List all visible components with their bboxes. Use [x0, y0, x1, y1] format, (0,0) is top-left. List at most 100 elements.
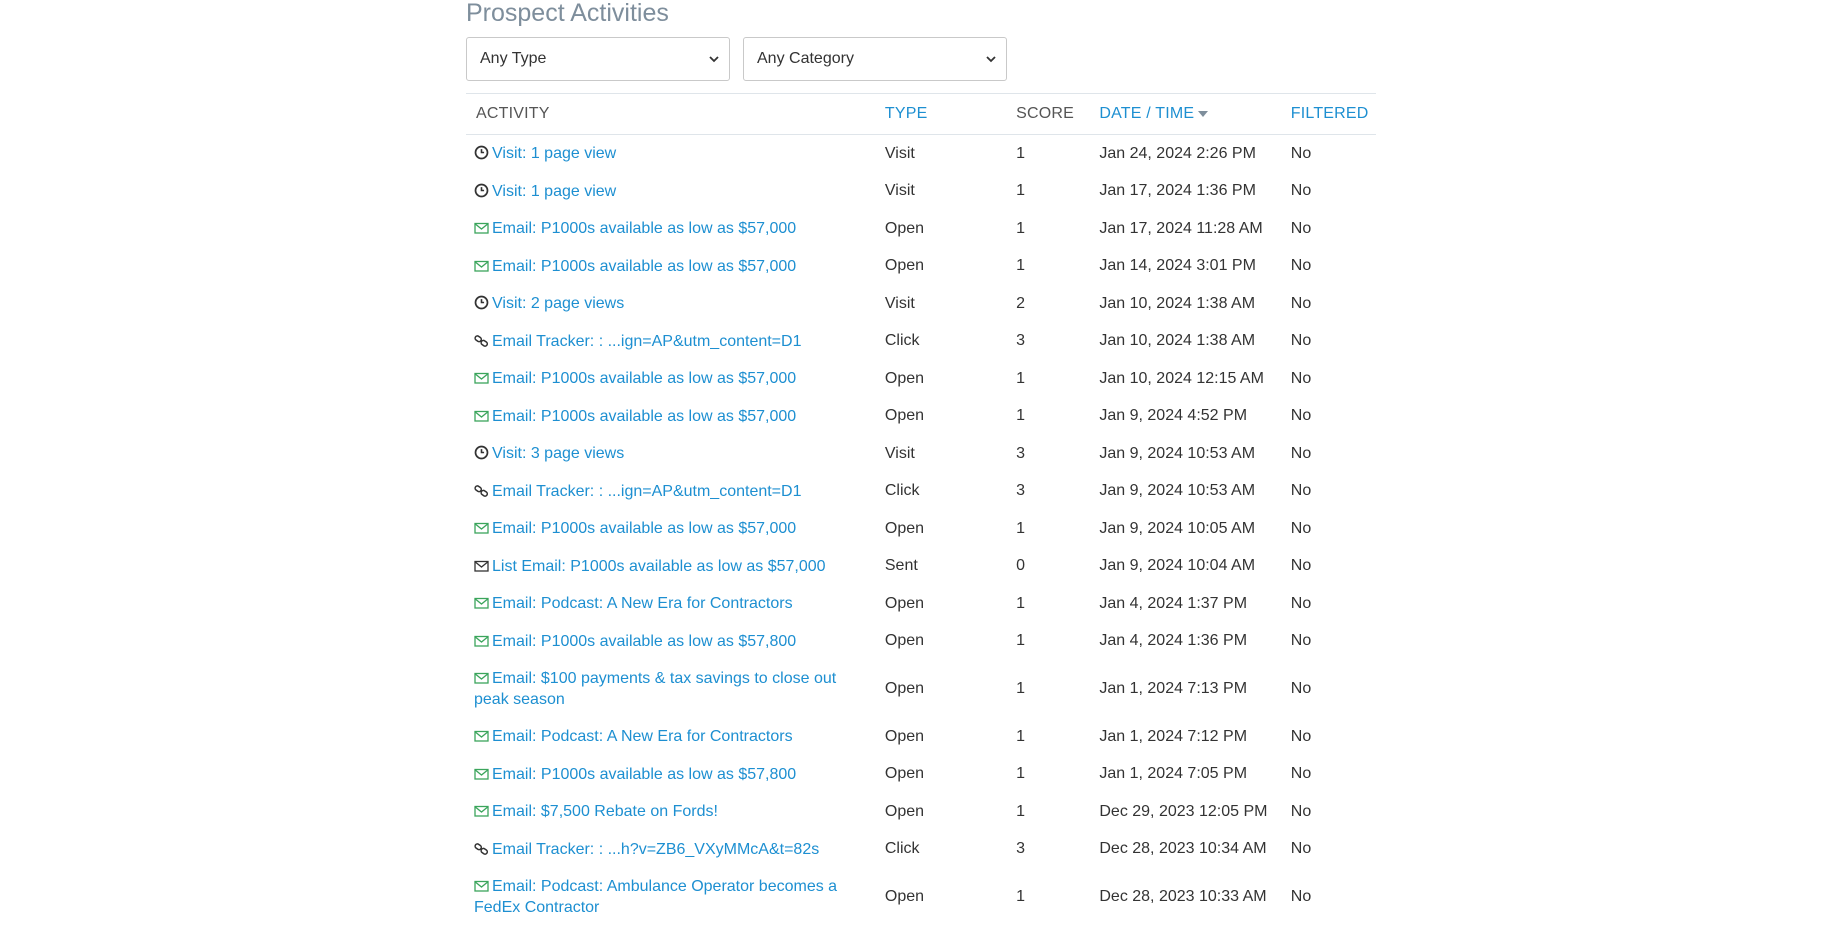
- score-cell: 3: [1006, 435, 1089, 473]
- filtered-cell: No: [1281, 473, 1376, 511]
- type-cell: Click: [875, 831, 1006, 869]
- activity-link[interactable]: Visit: 3 page views: [492, 445, 624, 462]
- table-row: Email: P1000s available as low as $57,80…: [466, 623, 1376, 661]
- table-header-row: ACTIVITY TYPE SCORE DATE / TIME FILTERED: [466, 94, 1376, 135]
- filtered-cell: No: [1281, 868, 1376, 926]
- score-cell: 1: [1006, 510, 1089, 548]
- type-cell: Click: [875, 473, 1006, 511]
- activity-cell: Email: P1000s available as low as $57,00…: [466, 210, 875, 248]
- filtered-cell: No: [1281, 285, 1376, 323]
- activity-link[interactable]: Email: P1000s available as low as $57,00…: [492, 220, 796, 237]
- activity-link[interactable]: Email: P1000s available as low as $57,00…: [492, 408, 796, 425]
- type-cell: Open: [875, 360, 1006, 398]
- type-cell: Open: [875, 510, 1006, 548]
- envelope-icon: [474, 558, 489, 572]
- score-cell: 1: [1006, 718, 1089, 756]
- activity-cell: List Email: P1000s available as low as $…: [466, 548, 875, 586]
- clock-icon: [474, 295, 489, 309]
- filtered-cell: No: [1281, 756, 1376, 794]
- table-row: Email: Podcast: A New Era for Contractor…: [466, 585, 1376, 623]
- score-cell: 1: [1006, 360, 1089, 398]
- activity-cell: Visit: 2 page views: [466, 285, 875, 323]
- envelope-open-icon: [474, 878, 489, 892]
- activity-link[interactable]: Email: Podcast: Ambulance Operator becom…: [474, 878, 837, 916]
- clock-icon: [474, 445, 489, 459]
- column-header-type[interactable]: TYPE: [875, 94, 1006, 135]
- table-row: Email: P1000s available as low as $57,00…: [466, 210, 1376, 248]
- chevron-down-icon: [986, 54, 996, 64]
- type-filter-select[interactable]: Any Type: [466, 37, 730, 81]
- date-time-cell: Jan 1, 2024 7:05 PM: [1089, 756, 1280, 794]
- date-time-cell: Jan 14, 2024 3:01 PM: [1089, 248, 1280, 286]
- chevron-down-icon: [709, 54, 719, 64]
- activity-cell: Visit: 1 page view: [466, 135, 875, 173]
- envelope-open-icon: [474, 408, 489, 422]
- type-cell: Open: [875, 793, 1006, 831]
- type-cell: Click: [875, 323, 1006, 361]
- type-cell: Sent: [875, 548, 1006, 586]
- filtered-cell: No: [1281, 510, 1376, 548]
- activity-cell: Email: Podcast: Ambulance Operator becom…: [466, 868, 875, 926]
- envelope-open-icon: [474, 370, 489, 384]
- score-cell: 1: [1006, 210, 1089, 248]
- date-time-cell: Jan 1, 2024 7:12 PM: [1089, 718, 1280, 756]
- envelope-open-icon: [474, 728, 489, 742]
- date-time-cell: Jan 17, 2024 11:28 AM: [1089, 210, 1280, 248]
- type-cell: Open: [875, 398, 1006, 436]
- type-cell: Open: [875, 660, 1006, 718]
- activity-link[interactable]: Email: P1000s available as low as $57,80…: [492, 633, 796, 650]
- activity-link[interactable]: Visit: 1 page view: [492, 183, 616, 200]
- filtered-cell: No: [1281, 248, 1376, 286]
- activity-link[interactable]: Email: P1000s available as low as $57,00…: [492, 520, 796, 537]
- activity-link[interactable]: Email Tracker: : ...h?v=ZB6_VXyMMcA&t=82…: [492, 841, 819, 858]
- type-cell: Open: [875, 210, 1006, 248]
- activity-link[interactable]: Email: $100 payments & tax savings to cl…: [474, 670, 836, 708]
- activity-link[interactable]: Email: P1000s available as low as $57,80…: [492, 766, 796, 783]
- table-row: Email Tracker: : ...ign=AP&utm_content=D…: [466, 323, 1376, 361]
- date-time-cell: Jan 4, 2024 1:37 PM: [1089, 585, 1280, 623]
- type-cell: Visit: [875, 173, 1006, 211]
- date-time-cell: Dec 28, 2023 10:34 AM: [1089, 831, 1280, 869]
- activity-link[interactable]: Email: $7,500 Rebate on Fords!: [492, 803, 718, 820]
- clock-icon: [474, 145, 489, 159]
- score-cell: 1: [1006, 248, 1089, 286]
- column-header-score: SCORE: [1006, 94, 1089, 135]
- activity-link[interactable]: Email Tracker: : ...ign=AP&utm_content=D…: [492, 483, 801, 500]
- activity-cell: Email Tracker: : ...ign=AP&utm_content=D…: [466, 323, 875, 361]
- activity-cell: Email Tracker: : ...ign=AP&utm_content=D…: [466, 473, 875, 511]
- date-time-cell: Dec 28, 2023 10:33 AM: [1089, 868, 1280, 926]
- column-header-filtered[interactable]: FILTERED: [1281, 94, 1376, 135]
- activity-link[interactable]: List Email: P1000s available as low as $…: [492, 558, 826, 575]
- activity-link[interactable]: Email: Podcast: A New Era for Contractor…: [492, 728, 793, 745]
- column-header-date-time[interactable]: DATE / TIME: [1089, 94, 1280, 135]
- activity-cell: Email: $100 payments & tax savings to cl…: [466, 660, 875, 718]
- date-time-cell: Jan 17, 2024 1:36 PM: [1089, 173, 1280, 211]
- date-time-cell: Jan 9, 2024 10:53 AM: [1089, 473, 1280, 511]
- activity-link[interactable]: Email Tracker: : ...ign=AP&utm_content=D…: [492, 333, 801, 350]
- envelope-open-icon: [474, 803, 489, 817]
- column-header-activity: ACTIVITY: [466, 94, 875, 135]
- activity-cell: Visit: 1 page view: [466, 173, 875, 211]
- score-cell: 3: [1006, 473, 1089, 511]
- activity-link[interactable]: Visit: 2 page views: [492, 295, 624, 312]
- score-cell: 1: [1006, 623, 1089, 661]
- table-row: Email: P1000s available as low as $57,00…: [466, 248, 1376, 286]
- filtered-cell: No: [1281, 793, 1376, 831]
- activity-cell: Email: $7,500 Rebate on Fords!: [466, 793, 875, 831]
- activity-link[interactable]: Visit: 1 page view: [492, 145, 616, 162]
- clock-icon: [474, 183, 489, 197]
- type-cell: Visit: [875, 285, 1006, 323]
- table-row: Email: $7,500 Rebate on Fords!Open1Dec 2…: [466, 793, 1376, 831]
- filtered-cell: No: [1281, 548, 1376, 586]
- activity-link[interactable]: Email: P1000s available as low as $57,00…: [492, 258, 796, 275]
- table-row: List Email: P1000s available as low as $…: [466, 548, 1376, 586]
- score-cell: 1: [1006, 398, 1089, 436]
- category-filter-select[interactable]: Any Category: [743, 37, 1007, 81]
- filter-bar: Any Type Any Category: [466, 37, 1376, 81]
- activity-cell: Email: P1000s available as low as $57,80…: [466, 623, 875, 661]
- activity-link[interactable]: Email: Podcast: A New Era for Contractor…: [492, 595, 793, 612]
- type-cell: Open: [875, 756, 1006, 794]
- activities-table-body: Visit: 1 page viewVisit1Jan 24, 2024 2:2…: [466, 135, 1376, 926]
- table-row: Email Tracker: : ...h?v=ZB6_VXyMMcA&t=82…: [466, 831, 1376, 869]
- activity-link[interactable]: Email: P1000s available as low as $57,00…: [492, 370, 796, 387]
